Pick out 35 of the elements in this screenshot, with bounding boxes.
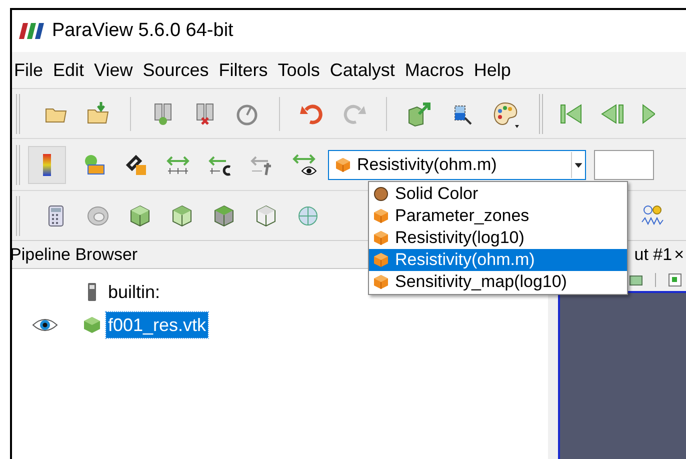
- menu-item[interactable]: File: [14, 56, 44, 84]
- menu-item[interactable]: Sources: [142, 56, 209, 84]
- dropdown-option[interactable]: Solid Color: [369, 183, 627, 205]
- split-icon[interactable]: [668, 273, 682, 287]
- window-title: ParaView 5.6.0 64-bit: [52, 18, 234, 43]
- menu-item[interactable]: Tools: [278, 56, 320, 84]
- dropdown-value: Resistivity(ohm.m): [357, 154, 498, 176]
- dropdown-option[interactable]: Parameter_zones: [369, 205, 627, 227]
- eye-icon[interactable]: [32, 316, 58, 332]
- menu-item[interactable]: Catalyst: [330, 56, 395, 84]
- close-tab-button[interactable]: ×: [674, 242, 684, 268]
- menu-item[interactable]: Filters: [218, 56, 268, 84]
- view-tab[interactable]: ut #1: [634, 242, 672, 268]
- cube-icon: [335, 156, 351, 172]
- dropdown-option[interactable]: Resistivity(log10): [369, 227, 627, 249]
- server-icon: [87, 282, 97, 302]
- dropdown-option[interactable]: Sensitivity_map(log10): [369, 271, 627, 293]
- menu-item[interactable]: View: [94, 56, 133, 84]
- caret-icon: [571, 152, 585, 178]
- tree-item[interactable]: builtin:: [106, 278, 162, 304]
- cube-icon: [373, 274, 389, 290]
- menu-item[interactable]: Edit: [53, 56, 84, 84]
- color-by-dropdown[interactable]: Resistivity(ohm.m): [328, 150, 586, 180]
- cube-icon: [373, 230, 389, 246]
- input-field[interactable]: [594, 150, 654, 180]
- circle-icon: [373, 186, 389, 202]
- cube-icon: [83, 316, 101, 334]
- menu-item[interactable]: Macros: [404, 56, 464, 84]
- tree-item[interactable]: f001_res.vtk: [106, 312, 208, 338]
- app-logo: [18, 22, 46, 40]
- cube-icon: [373, 252, 389, 268]
- dropdown-option[interactable]: Resistivity(ohm.m): [369, 249, 627, 271]
- cube-icon: [373, 208, 389, 224]
- menu-item[interactable]: Help: [474, 56, 511, 84]
- panel-title: Pipeline Browser: [10, 244, 138, 266]
